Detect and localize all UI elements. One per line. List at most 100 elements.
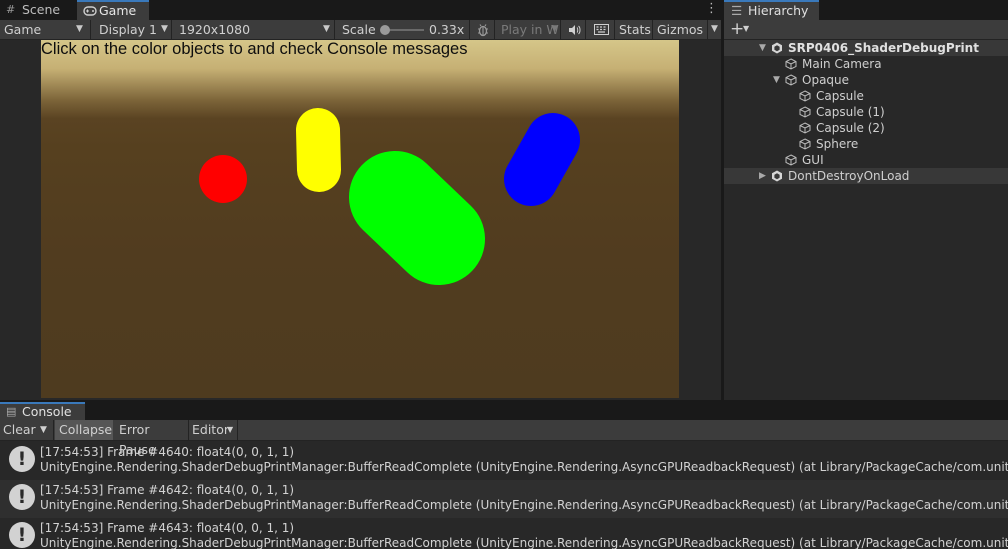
hierarchy-item-label: Main Camera <box>802 57 882 71</box>
audio-icon[interactable] <box>567 20 581 39</box>
hierarchy-item-capsule[interactable]: Capsule <box>724 88 1008 104</box>
chevron-down-icon: ▼ <box>227 425 234 434</box>
game-view-message: Click on the color objects to and check … <box>41 40 468 58</box>
hierarchy-item-capsule-1[interactable]: Capsule (1) <box>724 104 1008 120</box>
tab-scene-label: Scene <box>22 2 61 17</box>
chevron-down-icon[interactable]: ▼ <box>743 24 749 33</box>
unity-scene-icon <box>772 42 782 54</box>
hierarchy-item-label: Capsule <box>816 89 864 103</box>
hierarchy-item-label: Opaque <box>802 73 850 87</box>
bug-icon[interactable] <box>476 20 490 39</box>
hierarchy-item-label: Capsule (2) <box>816 121 885 135</box>
hierarchy-item-label: Sphere <box>816 137 859 151</box>
hierarchy-item-opaque[interactable]: ▼ Opaque <box>724 72 1008 88</box>
tab-game[interactable]: Game <box>77 0 149 20</box>
log-message: [17:54:53] Frame #4643: float4(0, 0, 1, … <box>40 521 295 535</box>
hash-icon: # <box>6 3 16 16</box>
editor-dropdown[interactable]: Editor ▼ <box>190 420 238 440</box>
scale-label: Scale <box>342 22 376 37</box>
game-toolbar: Game ▼ Display 1 ▼ 1920x1080 ▼ Scale 0.3… <box>0 20 721 40</box>
hierarchy-item-label: Capsule (1) <box>816 105 885 119</box>
hierarchy-item-label: DontDestroyOnLoad <box>788 169 910 183</box>
gameobject-icon <box>799 106 811 118</box>
game-panel: # Scene Game ⋮ Game ▼ Display 1 ▼ 1920x1… <box>0 0 721 400</box>
gizmos-dropdown[interactable]: Gizmos ▼ <box>654 20 721 39</box>
view-mode-dropdown[interactable]: Game ▼ <box>0 20 91 39</box>
display-dropdown[interactable]: Display 1 ▼ <box>92 20 172 39</box>
hierarchy-panel: ☰ Hierarchy + ▼ ▼ SRP0406_ShaderDebugPri… <box>724 0 1008 400</box>
resolution-label: 1920x1080 <box>179 22 251 37</box>
hierarchy-tabbar: ☰ Hierarchy <box>724 0 1008 20</box>
chevron-down-icon: ▼ <box>551 24 558 34</box>
gameobject-icon <box>785 154 797 166</box>
gameobject-icon <box>799 90 811 102</box>
resolution-dropdown[interactable]: 1920x1080 ▼ <box>173 20 335 39</box>
info-icon: ! <box>9 484 35 510</box>
clear-options-chevron-icon[interactable]: ▼ <box>37 420 54 440</box>
error-pause-toggle[interactable]: Error Pause <box>114 420 189 457</box>
hierarchy-dontdestroyonload-row[interactable]: ▶ DontDestroyOnLoad <box>724 168 1008 184</box>
gameobject-icon <box>785 74 797 86</box>
chevron-down-icon: ▼ <box>707 20 718 39</box>
console-title: Console <box>22 404 72 419</box>
view-mode-label: Game <box>4 22 42 37</box>
gameobject-icon <box>799 138 811 150</box>
console-panel: ▤ Console Clear ▼ Collapse Error Pause E… <box>0 402 1008 549</box>
chevron-down-icon: ▼ <box>323 24 330 34</box>
console-icon: ▤ <box>6 405 17 418</box>
hierarchy-toolbar: + ▼ <box>724 19 1008 40</box>
game-panel-menu-icon[interactable]: ⋮ <box>705 1 718 16</box>
log-message: [17:54:53] Frame #4642: float4(0, 0, 1, … <box>40 483 295 497</box>
log-stacktrace: UnityEngine.Rendering.ShaderDebugPrintMa… <box>40 498 1008 512</box>
editor-label: Editor <box>192 422 229 437</box>
collapse-toggle[interactable]: Collapse <box>55 420 113 440</box>
scale-control: Scale 0.33x <box>336 20 470 39</box>
hierarchy-item-capsule-2[interactable]: Capsule (2) <box>724 120 1008 136</box>
tab-hierarchy[interactable]: ☰ Hierarchy <box>724 0 819 20</box>
hierarchy-item-label: GUI <box>802 153 824 167</box>
red-sphere[interactable] <box>199 155 247 203</box>
gamepad-icon <box>83 2 97 22</box>
hierarchy-item-sphere[interactable]: Sphere <box>724 136 1008 152</box>
log-stacktrace: UnityEngine.Rendering.ShaderDebugPrintMa… <box>40 536 1008 549</box>
chevron-down-icon: ▼ <box>76 24 83 34</box>
scale-value: 0.33x <box>429 22 465 37</box>
list-icon: ☰ <box>731 3 743 18</box>
tab-game-label: Game <box>99 3 137 18</box>
blue-capsule[interactable] <box>504 113 580 206</box>
play-mode-dropdown[interactable]: Play in W ▼ <box>494 20 561 39</box>
console-tabbar: ▤ Console <box>0 402 1008 420</box>
hierarchy-title: Hierarchy <box>748 3 809 18</box>
hierarchy-scene-row[interactable]: ▼ SRP0406_ShaderDebugPrint <box>724 40 1008 56</box>
game-view[interactable] <box>41 40 679 398</box>
scale-slider-handle[interactable] <box>380 25 390 35</box>
clear-button[interactable]: Clear <box>0 420 37 440</box>
stats-button[interactable]: Stats <box>616 20 653 39</box>
keyboard-icon[interactable] <box>585 20 615 39</box>
expand-arrow-icon[interactable]: ▼ <box>773 72 780 88</box>
log-message: [17:54:53] Frame #4640: float4(0, 0, 1, … <box>40 445 295 459</box>
yellow-capsule[interactable] <box>296 108 341 192</box>
log-entry[interactable]: ! [17:54:53] Frame #4642: float4(0, 0, 1… <box>0 480 1008 518</box>
info-icon: ! <box>9 446 35 472</box>
collapsed-arrow-icon[interactable]: ▶ <box>759 168 766 184</box>
console-toolbar: Clear ▼ Collapse Error Pause Editor ▼ <box>0 420 1008 457</box>
gizmos-label: Gizmos <box>657 22 704 37</box>
chevron-down-icon: ▼ <box>161 24 168 34</box>
game-tabbar: # Scene Game ⋮ <box>0 0 721 20</box>
hierarchy-item-gui[interactable]: GUI <box>724 152 1008 168</box>
gameobject-icon <box>785 58 797 70</box>
log-stacktrace: UnityEngine.Rendering.ShaderDebugPrintMa… <box>40 460 1008 474</box>
expand-arrow-icon[interactable]: ▼ <box>759 40 766 56</box>
unity-scene-icon <box>772 170 782 182</box>
info-icon: ! <box>9 522 35 548</box>
hierarchy-item-main-camera[interactable]: Main Camera <box>724 56 1008 72</box>
tab-console[interactable]: ▤ Console <box>0 402 85 420</box>
log-entry[interactable]: ! [17:54:53] Frame #4643: float4(0, 0, 1… <box>0 518 1008 549</box>
gameobject-icon <box>799 122 811 134</box>
tab-scene[interactable]: # Scene <box>0 0 75 20</box>
log-entry[interactable]: ! [17:54:53] Frame #4640: float4(0, 0, 1… <box>0 442 1008 480</box>
hierarchy-item-label: SRP0406_ShaderDebugPrint <box>788 41 979 55</box>
green-capsule[interactable] <box>349 151 485 285</box>
display-label: Display 1 <box>99 22 158 37</box>
